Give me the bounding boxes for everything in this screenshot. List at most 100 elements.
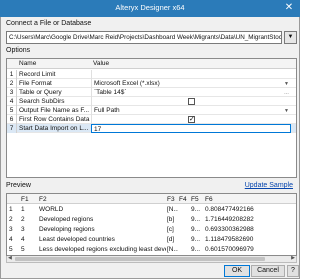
options-grid: Name Value 1 Record Limit 2 File Format … — [6, 58, 297, 178]
row-index: 2 — [9, 216, 13, 223]
cell-f6: 0.693300362988 — [205, 226, 254, 233]
cell-f3: [N... — [167, 206, 178, 213]
table-or-query-value: `Table 14$` — [94, 89, 127, 96]
cell-f3: [b] — [167, 216, 175, 223]
row-number: 3 — [7, 88, 17, 97]
table-row[interactable]: 2 2 Developed regions [b] 9... 1.7164492… — [7, 215, 296, 224]
title-bar: Alteryx Designer x64 ✕ — [0, 0, 300, 17]
column-header-value: Value — [93, 60, 110, 67]
option-name: Output File Name as F... — [19, 107, 90, 114]
window-title: Alteryx Designer x64 — [115, 3, 185, 12]
cell-f6: 1.716449208282 — [205, 216, 254, 223]
search-subdirs-checkbox[interactable] — [188, 98, 195, 105]
file-format-value: Microsoft Excel (*.xlsx) — [94, 80, 160, 87]
scrollbar-thumb[interactable] — [15, 257, 265, 261]
option-row-table-or-query[interactable]: 3 Table or Query `Table 14$` … — [7, 88, 296, 97]
option-row-first-row-contains-data[interactable]: 6 First Row Contains Data — [7, 115, 296, 124]
cell-f3: [d] — [167, 236, 175, 243]
row-number: 1 — [7, 70, 17, 79]
option-row-output-file-name[interactable]: 5 Output File Name as F... Full Path ▼ — [7, 106, 296, 115]
column-header-f2[interactable]: F2 — [39, 195, 166, 204]
connection-path-input[interactable]: C:\Users\Marc\Google Drive\Marc Reid\Pro… — [6, 31, 282, 44]
first-row-contains-data-cell — [91, 115, 291, 124]
option-name: File Format — [19, 80, 52, 87]
row-number: 4 — [7, 97, 17, 106]
row-index: 4 — [9, 236, 13, 243]
table-row[interactable]: 1 1 WORLD [N... 9... 0.808477492166 — [7, 205, 296, 214]
table-row[interactable]: 4 4 Least developed countries [d] 9... 1… — [7, 235, 296, 244]
table-or-query-input[interactable]: `Table 14$` … — [91, 88, 291, 97]
option-row-record-limit[interactable]: 1 Record Limit — [7, 70, 296, 79]
cell-f6: 0.808477492166 — [205, 206, 254, 213]
cell-f5: 9... — [191, 226, 201, 233]
row-index: 5 — [9, 246, 13, 253]
cell-f5: 9... — [191, 236, 201, 243]
option-name: Record Limit — [19, 71, 56, 78]
option-name: Table or Query — [19, 89, 62, 96]
output-file-name-select[interactable]: Full Path ▼ — [91, 106, 291, 115]
chevron-left-icon[interactable]: ◀ — [8, 255, 12, 261]
preview-header: F1 F2 F3 F4 F5 F6 — [7, 194, 296, 204]
option-row-start-data-import[interactable]: 7 Start Data Import on L... 17 — [7, 124, 296, 133]
search-subdirs-cell — [91, 97, 291, 106]
column-header-f4[interactable]: F4 — [179, 195, 190, 204]
table-row[interactable]: 5 5 Less developed regions excluding lea… — [7, 245, 296, 254]
row-number: 7 — [7, 124, 17, 133]
cell-f5: 9... — [191, 216, 201, 223]
ok-button[interactable]: OK — [224, 265, 250, 277]
cell-f1: 4 — [21, 236, 25, 243]
row-index: 1 — [9, 206, 13, 213]
connection-label: Connect a File or Database — [6, 20, 92, 27]
help-button[interactable]: ? — [287, 265, 299, 277]
table-row[interactable]: 3 3 Developing regions [c] 9... 0.693300… — [7, 225, 296, 234]
dialog-body: Connect a File or Database C:\Users\Marc… — [0, 17, 300, 279]
cell-f2: Developing regions — [39, 226, 95, 233]
cell-f1: 1 — [21, 206, 25, 213]
chevron-down-icon[interactable]: ▼ — [284, 107, 289, 115]
record-limit-input[interactable] — [91, 70, 291, 79]
option-row-file-format[interactable]: 2 File Format Microsoft Excel (*.xlsx) ▼ — [7, 79, 296, 88]
cell-f2: Developed regions — [39, 216, 94, 223]
ellipsis-icon[interactable]: … — [284, 89, 289, 97]
column-header-name: Name — [19, 60, 37, 67]
cell-f1: 5 — [21, 246, 25, 253]
cell-f3: [c] — [167, 226, 174, 233]
file-format-select[interactable]: Microsoft Excel (*.xlsx) ▼ — [91, 79, 291, 88]
option-name: Search SubDirs — [19, 98, 65, 105]
options-label: Options — [6, 47, 31, 54]
option-name: First Row Contains Data — [19, 116, 90, 123]
update-sample-link[interactable]: Update Sample — [245, 182, 293, 189]
cell-f1: 2 — [21, 216, 25, 223]
horizontal-scrollbar[interactable]: ◀ ▶ — [6, 255, 297, 263]
first-row-contains-data-checkbox[interactable] — [188, 115, 195, 124]
cell-f2: Less developed regions excluding least d… — [39, 246, 166, 253]
cell-f6: 0.601570096979 — [205, 246, 254, 253]
cell-f5: 9... — [191, 206, 201, 213]
close-icon[interactable]: ✕ — [282, 1, 296, 15]
row-index: 3 — [9, 226, 13, 233]
column-header-f1[interactable]: F1 — [21, 195, 39, 204]
row-number: 2 — [7, 79, 17, 88]
chevron-down-icon[interactable]: ▼ — [284, 31, 297, 44]
start-data-import-input[interactable]: 17 — [91, 124, 291, 133]
option-row-search-subdirs[interactable]: 4 Search SubDirs — [7, 97, 296, 106]
row-number: 6 — [7, 115, 17, 124]
cell-f2: Least developed countries — [39, 236, 115, 243]
preview-label: Preview — [6, 182, 31, 189]
output-file-name-value: Full Path — [94, 107, 120, 114]
column-header-f6[interactable]: F6 — [205, 195, 295, 204]
cancel-button[interactable]: Cancel — [251, 265, 285, 277]
cell-f5: 9... — [191, 246, 201, 253]
column-header-f5[interactable]: F5 — [191, 195, 203, 204]
cell-f1: 3 — [21, 226, 25, 233]
chevron-right-icon[interactable]: ▶ — [291, 255, 295, 261]
connection-row: C:\Users\Marc\Google Drive\Marc Reid\Pro… — [6, 31, 297, 44]
chevron-down-icon[interactable]: ▼ — [284, 80, 289, 88]
options-grid-header: Name Value — [7, 59, 296, 69]
column-header-f3[interactable]: F3 — [167, 195, 178, 204]
option-name: Start Data Import on L... — [19, 125, 89, 132]
cell-f2: WORLD — [39, 206, 64, 213]
cell-f3: [N... — [167, 246, 178, 253]
preview-table: F1 F2 F3 F4 F5 F6 1 1 WORLD [N... 9... 0… — [6, 193, 297, 256]
cell-f6: 1.118479582690 — [205, 236, 254, 243]
